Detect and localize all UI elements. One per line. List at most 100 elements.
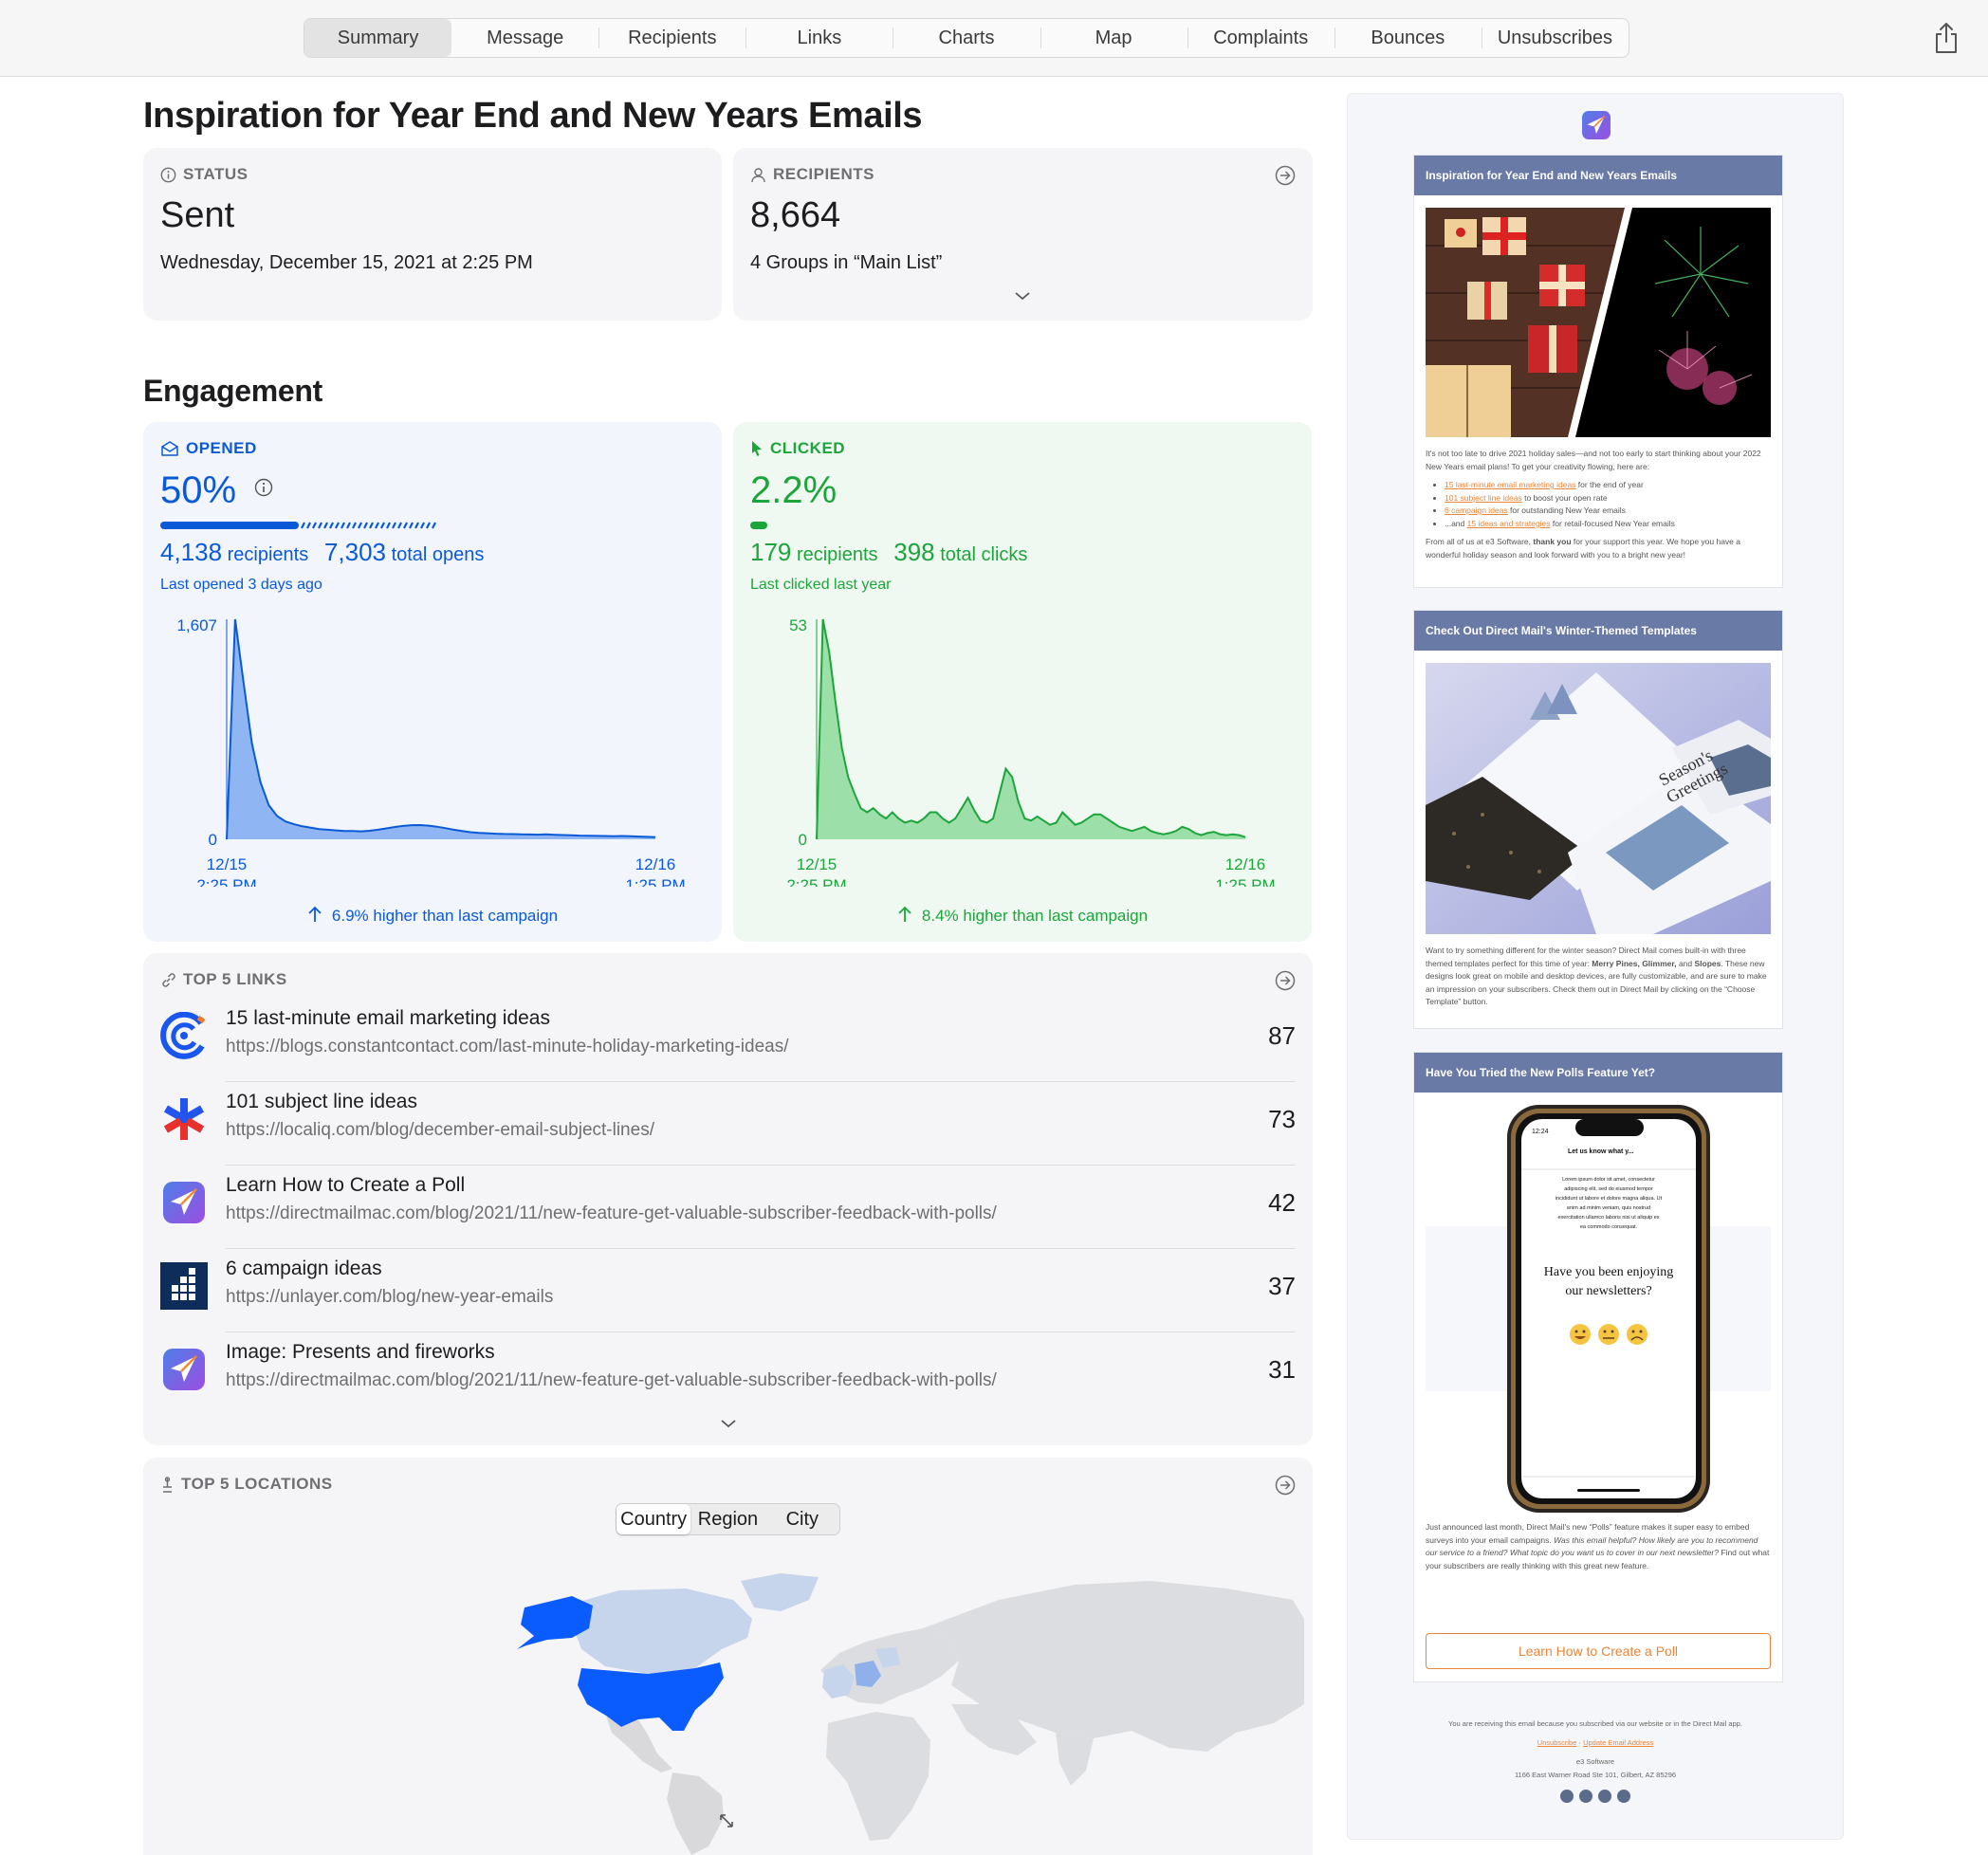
link-url[interactable]: https://localiq.com/blog/december-email-… — [226, 1120, 654, 1141]
tab-summary[interactable]: Summary — [304, 19, 452, 57]
opened-header: OPENED — [160, 439, 257, 458]
progress-stripe — [409, 522, 414, 529]
clicked-comparison-text: 8.4% higher than last campaign — [921, 907, 1149, 925]
tab-charts[interactable]: Charts — [893, 19, 1040, 57]
segment-region[interactable]: Region — [690, 1504, 764, 1534]
preview-bullet-list: 15 last-minute email marketing ideas for… — [1426, 479, 1771, 530]
preview-bullet: ...and 15 ideas and strategies for retai… — [1445, 518, 1771, 531]
arrow-right-circle-icon[interactable] — [1275, 165, 1296, 186]
opened-total-word: total opens — [391, 544, 485, 565]
tab-bounces[interactable]: Bounces — [1334, 19, 1482, 57]
link-row[interactable]: Learn How to Create a Poll https://direc… — [160, 1166, 1296, 1249]
linkedin-icon — [1598, 1790, 1611, 1803]
link-url[interactable]: https://directmailmac.com/blog/2021/11/n… — [226, 1203, 997, 1224]
opened-card[interactable]: OPENED 50% 4,138 recipients 7,303 total … — [143, 422, 722, 942]
link-url[interactable]: https://directmailmac.com/blog/2021/11/n… — [226, 1370, 997, 1391]
progress-stripe — [369, 522, 374, 529]
presents-and-fireworks-image[interactable] — [1426, 208, 1771, 437]
phone-subject: Let us know what y... — [1568, 1148, 1634, 1155]
progress-stripe — [341, 522, 345, 529]
preview-link[interactable]: 15 last-minute email marketing ideas — [1445, 480, 1575, 489]
tab-recipients[interactable]: Recipients — [598, 19, 746, 57]
opened-last: Last opened 3 days ago — [160, 577, 322, 593]
clicked-header: CLICKED — [750, 439, 845, 458]
link-row[interactable]: 101 subject line ideas https://localiq.c… — [160, 1082, 1296, 1166]
progress-stripe — [386, 522, 391, 529]
link-icon — [162, 972, 175, 987]
tab-unsubscribes[interactable]: Unsubscribes — [1481, 19, 1629, 57]
chevron-down-icon[interactable] — [719, 1418, 738, 1429]
progress-stripe — [312, 522, 317, 529]
tab-message[interactable]: Message — [451, 19, 598, 57]
segment-city[interactable]: City — [765, 1504, 839, 1534]
clicked-last: Last clicked last year — [750, 577, 892, 593]
email-preview[interactable]: Inspiration for Year End and New Years E… — [1347, 93, 1844, 1840]
segment-country[interactable]: Country — [617, 1504, 691, 1534]
progress-stripe — [323, 522, 328, 529]
tab-complaints[interactable]: Complaints — [1187, 19, 1335, 57]
person-icon — [751, 167, 765, 182]
series-line — [226, 618, 656, 840]
clicked-chart: 53 0 12/15 2:25 PM 12/16 1:25 PM — [786, 616, 1275, 887]
top-links-label: TOP 5 LINKS — [183, 970, 287, 988]
arrow-up-icon — [308, 906, 322, 922]
preview-link[interactable]: 101 subject line ideas — [1445, 493, 1522, 503]
share-icon[interactable] — [1931, 21, 1961, 55]
link-row[interactable]: Image: Presents and fireworks https://di… — [160, 1332, 1296, 1416]
preview-bullet-text: for the end of year — [1575, 480, 1644, 489]
opened-comparison-text: 6.9% higher than last campaign — [331, 907, 559, 925]
clicked-card[interactable]: CLICKED 2.2% 179 recipients 398 total cl… — [733, 422, 1312, 942]
opened-label: OPENED — [186, 439, 257, 457]
opened-percent: 50% — [160, 469, 273, 512]
x-tick-label: 2:25 PM — [196, 876, 256, 887]
update-email-link[interactable]: Update Email Address — [1583, 1738, 1653, 1747]
preview-bullet-text: for outstanding New Year emails — [1507, 505, 1626, 515]
learn-poll-button[interactable]: Learn How to Create a Poll — [1426, 1633, 1771, 1669]
link-row[interactable]: 15 last-minute email marketing ideas htt… — [160, 999, 1296, 1082]
progress-stripe — [426, 522, 431, 529]
chevron-down-icon[interactable] — [1013, 290, 1032, 302]
top-links-header: TOP 5 LINKS — [160, 970, 287, 989]
phone-lorem-line: enim ad minim veniam, quis nostrud — [1567, 1205, 1650, 1211]
link-url[interactable]: https://unlayer.com/blog/new-year-emails — [226, 1287, 553, 1308]
link-row[interactable]: 6 campaign ideas https://unlayer.com/blo… — [160, 1249, 1296, 1332]
progress-stripe — [392, 522, 396, 529]
footer-company: e3 Software — [1575, 1757, 1615, 1766]
recipients-card[interactable]: RECIPIENTS 8,664 4 Groups in “Main List” — [733, 148, 1313, 321]
link-title: 15 last-minute email marketing ideas — [226, 1007, 550, 1029]
recipients-header: RECIPIENTS — [750, 165, 874, 184]
preview-bullet-text: for retail-focused New Year emails — [1550, 518, 1675, 528]
poll-emoji-options — [1570, 1324, 1647, 1345]
series-area — [817, 619, 1245, 839]
opened-chart: 1,607 0 12/15 2:25 PM 12/16 1:25 PM — [176, 616, 685, 887]
phone-poll-image[interactable]: 12:24 Let us know what y... Lorem ipsum … — [1426, 1105, 1771, 1513]
engagement-title: Engagement — [143, 374, 323, 408]
tab-links[interactable]: Links — [746, 19, 893, 57]
arrow-right-circle-icon[interactable] — [1275, 1475, 1296, 1496]
opened-comparison: 6.9% higher than last campaign — [143, 906, 722, 926]
unsubscribe-link[interactable]: Unsubscribe — [1537, 1738, 1577, 1747]
clicked-recipients-word: recipients — [796, 544, 878, 565]
top-locations-card: TOP 5 LOCATIONS Country Region City — [143, 1458, 1313, 1855]
opened-stats: 4,138 recipients 7,303 total opens — [160, 538, 484, 567]
clicked-progress-bar — [750, 522, 767, 529]
progress-stripe — [414, 522, 419, 529]
top-locations-label: TOP 5 LOCATIONS — [181, 1475, 333, 1493]
progress-stripe — [375, 522, 379, 529]
tab-map[interactable]: Map — [1040, 19, 1187, 57]
clicked-total-count: 398 — [893, 538, 935, 566]
world-map[interactable] — [506, 1562, 1304, 1855]
preview-section-templates: Check Out Direct Mail's Winter-Themed Te… — [1413, 610, 1783, 1029]
phone-lorem-line: ea commodo consequat. — [1580, 1224, 1638, 1230]
link-url[interactable]: https://blogs.constantcontact.com/last-m… — [226, 1037, 789, 1057]
winter-templates-image[interactable]: Season's Greetings — [1426, 663, 1771, 934]
expand-icon[interactable] — [718, 1812, 735, 1829]
link-title: 101 subject line ideas — [226, 1091, 417, 1112]
direct-mail-logo-icon — [1582, 111, 1611, 139]
phone-lorem-line: adipiscing elit, sed do eiusmod tempor — [1564, 1186, 1653, 1192]
preview-text: and — [1676, 958, 1695, 968]
preview-link[interactable]: 15 ideas and strategies — [1467, 519, 1551, 528]
preview-link[interactable]: 6 campaign ideas — [1445, 505, 1508, 515]
info-icon[interactable] — [254, 478, 273, 497]
arrow-right-circle-icon[interactable] — [1275, 970, 1296, 991]
